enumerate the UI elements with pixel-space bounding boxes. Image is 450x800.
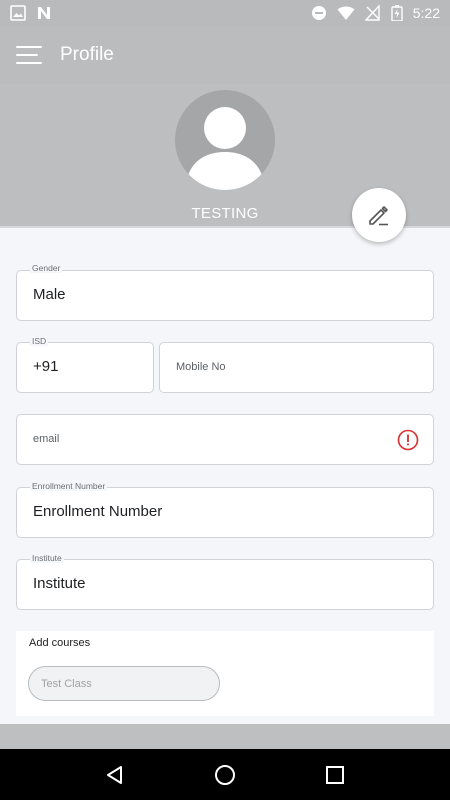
institute-label: Institute bbox=[30, 553, 64, 563]
error-icon bbox=[397, 429, 419, 451]
enrollment-field[interactable]: Enrollment Number bbox=[16, 487, 434, 538]
do-not-disturb-icon bbox=[311, 6, 326, 20]
edit-profile-button[interactable] bbox=[352, 188, 406, 242]
recents-button[interactable] bbox=[315, 755, 355, 795]
pencil-icon bbox=[369, 206, 388, 226]
isd-field[interactable]: +91 bbox=[16, 342, 154, 393]
isd-value: +91 bbox=[33, 358, 59, 375]
status-time: 5:22 bbox=[412, 5, 440, 21]
gender-label: Gender bbox=[30, 263, 63, 273]
institute-value: Institute bbox=[33, 575, 86, 592]
course-placeholder: Test Class bbox=[41, 678, 92, 690]
image-notification-icon bbox=[10, 5, 26, 21]
email-field[interactable]: email bbox=[16, 414, 434, 465]
user-avatar-icon bbox=[185, 107, 265, 190]
enrollment-label: Enrollment Number bbox=[30, 481, 108, 491]
status-right: 5:22 bbox=[311, 5, 440, 21]
course-input[interactable]: Test Class bbox=[28, 666, 220, 701]
isd-label: ISD bbox=[30, 336, 49, 346]
enrollment-value: Enrollment Number bbox=[33, 503, 163, 520]
back-icon bbox=[107, 765, 122, 784]
recents-icon bbox=[326, 765, 344, 784]
n-notification-icon bbox=[38, 7, 50, 19]
add-courses-card: Add courses Test Class bbox=[16, 631, 434, 716]
add-courses-title: Add courses bbox=[29, 637, 91, 649]
bottom-strip bbox=[0, 724, 450, 749]
status-bar: 5:22 bbox=[0, 0, 450, 26]
app-bar: Profile bbox=[0, 26, 450, 84]
wifi-icon bbox=[337, 6, 355, 20]
institute-field[interactable]: Institute bbox=[16, 559, 434, 610]
avatar bbox=[175, 90, 275, 190]
mobile-field[interactable]: Mobile No bbox=[159, 342, 434, 393]
home-button[interactable] bbox=[205, 755, 245, 795]
menu-icon[interactable] bbox=[0, 26, 60, 84]
page-title: Profile bbox=[60, 44, 114, 65]
system-nav-bar bbox=[0, 749, 450, 800]
mobile-placeholder: Mobile No bbox=[176, 361, 226, 373]
home-icon bbox=[215, 764, 235, 785]
no-signal-icon bbox=[364, 5, 380, 21]
status-left bbox=[10, 5, 52, 21]
gender-value: Male bbox=[33, 286, 66, 303]
email-placeholder: email bbox=[33, 433, 60, 445]
battery-icon bbox=[391, 5, 403, 21]
back-button[interactable] bbox=[95, 755, 135, 795]
gender-field[interactable]: Male bbox=[16, 270, 434, 321]
